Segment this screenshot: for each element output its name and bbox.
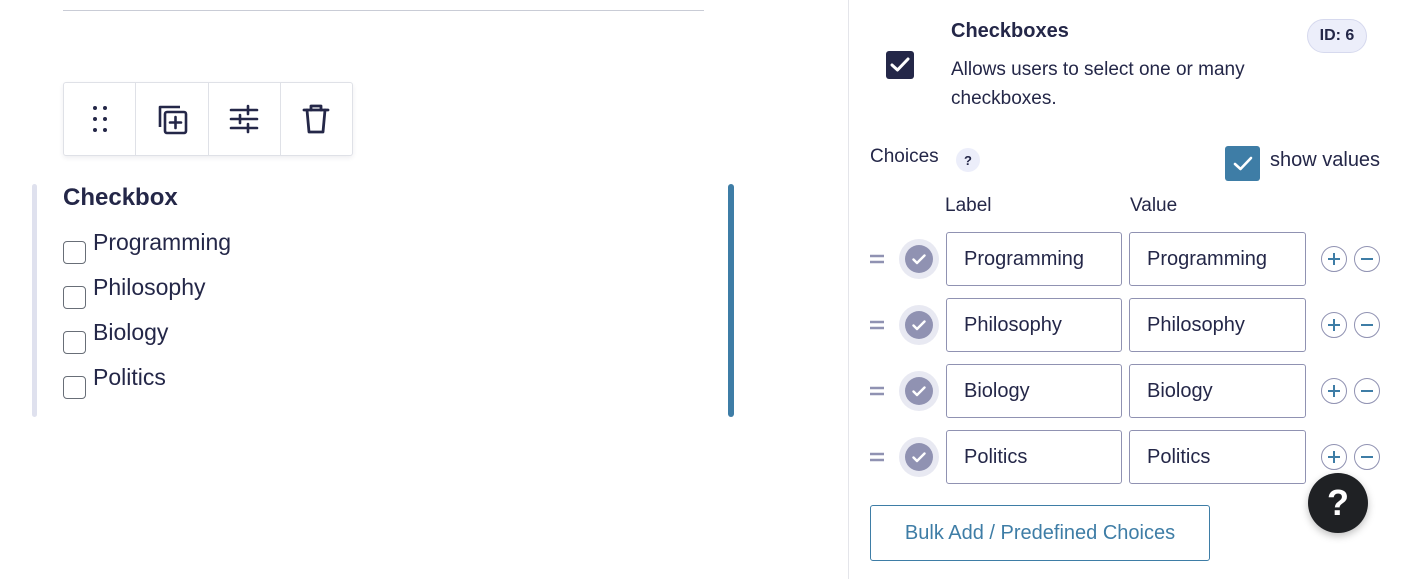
duplicate-icon bbox=[158, 105, 188, 135]
checkbox-input[interactable] bbox=[63, 331, 86, 354]
help-button[interactable]: ? bbox=[1308, 473, 1368, 533]
choice-label-input[interactable] bbox=[946, 232, 1122, 286]
checkbox-option-label: Politics bbox=[93, 364, 166, 390]
choices-help-icon[interactable]: ? bbox=[956, 148, 980, 172]
check-icon bbox=[912, 319, 926, 330]
choice-value-input[interactable] bbox=[1129, 430, 1306, 484]
plus-icon bbox=[1328, 451, 1340, 463]
checkbox-input[interactable] bbox=[63, 376, 86, 399]
delete-button[interactable] bbox=[281, 83, 352, 155]
checkbox-option[interactable]: Programming bbox=[63, 229, 232, 264]
field-type-checkbox-icon bbox=[886, 51, 914, 79]
choice-drag-handle[interactable] bbox=[862, 247, 892, 271]
check-icon bbox=[912, 385, 926, 396]
field-label: Checkbox bbox=[63, 184, 178, 211]
drag-lines-icon bbox=[870, 254, 884, 264]
choice-row bbox=[862, 232, 1392, 286]
add-choice-button[interactable] bbox=[1321, 246, 1347, 272]
drag-lines-icon bbox=[870, 320, 884, 330]
bulk-add-button[interactable]: Bulk Add / Predefined Choices bbox=[870, 505, 1210, 561]
choice-value-input[interactable] bbox=[1129, 364, 1306, 418]
show-values-checkbox[interactable] bbox=[1225, 146, 1260, 181]
choice-default-toggle[interactable] bbox=[899, 239, 939, 279]
choices-label-column-header: Label bbox=[945, 195, 992, 216]
remove-choice-button[interactable] bbox=[1354, 444, 1380, 470]
remove-choice-button[interactable] bbox=[1354, 246, 1380, 272]
check-icon bbox=[1233, 156, 1252, 170]
show-values-label: show values bbox=[1270, 149, 1381, 171]
drag-lines-icon bbox=[870, 452, 884, 462]
choice-row bbox=[862, 298, 1392, 352]
choice-default-toggle[interactable] bbox=[899, 305, 939, 345]
check-icon bbox=[912, 253, 926, 264]
choice-value-input[interactable] bbox=[1129, 298, 1306, 352]
choice-label-input[interactable] bbox=[946, 430, 1122, 484]
drag-handle-icon bbox=[92, 106, 107, 132]
drag-handle-button[interactable] bbox=[64, 83, 137, 155]
trash-icon bbox=[302, 104, 330, 134]
checkbox-option-label: Biology bbox=[93, 319, 169, 345]
choice-drag-handle[interactable] bbox=[862, 379, 892, 403]
minus-icon bbox=[1361, 258, 1373, 260]
choice-default-toggle[interactable] bbox=[899, 437, 939, 477]
minus-icon bbox=[1361, 324, 1373, 326]
settings-sliders-icon bbox=[229, 104, 259, 134]
checkbox-option[interactable]: Philosophy bbox=[63, 274, 206, 309]
form-canvas: Checkbox Programming Philosophy Biology … bbox=[0, 0, 848, 579]
choice-drag-handle[interactable] bbox=[862, 445, 892, 469]
choice-label-input[interactable] bbox=[946, 298, 1122, 352]
checkbox-option-label: Programming bbox=[93, 229, 232, 255]
remove-choice-button[interactable] bbox=[1354, 378, 1380, 404]
field-left-indicator bbox=[32, 184, 37, 417]
field-settings-button[interactable] bbox=[209, 83, 281, 155]
checkbox-option[interactable]: Biology bbox=[63, 319, 169, 354]
plus-icon bbox=[1328, 253, 1340, 265]
duplicate-button[interactable] bbox=[136, 83, 209, 155]
minus-icon bbox=[1361, 456, 1373, 458]
choices-value-column-header: Value bbox=[1130, 195, 1178, 216]
add-choice-button[interactable] bbox=[1321, 378, 1347, 404]
choice-label-input[interactable] bbox=[946, 364, 1122, 418]
field-toolbar bbox=[63, 82, 353, 156]
field-id-badge: ID: 6 bbox=[1307, 19, 1367, 53]
checkbox-input[interactable] bbox=[63, 286, 86, 309]
field-type-description: Allows users to select one or many check… bbox=[951, 59, 1245, 109]
checkbox-input[interactable] bbox=[63, 241, 86, 264]
add-choice-button[interactable] bbox=[1321, 444, 1347, 470]
plus-icon bbox=[1328, 319, 1340, 331]
divider bbox=[63, 10, 704, 11]
drag-lines-icon bbox=[870, 386, 884, 396]
choice-drag-handle[interactable] bbox=[862, 313, 892, 337]
minus-icon bbox=[1361, 390, 1373, 392]
choice-row bbox=[862, 364, 1392, 418]
choice-row bbox=[862, 430, 1392, 484]
choice-value-input[interactable] bbox=[1129, 232, 1306, 286]
check-icon bbox=[912, 451, 926, 462]
choices-heading: Choices bbox=[870, 146, 939, 167]
remove-choice-button[interactable] bbox=[1354, 312, 1380, 338]
plus-icon bbox=[1328, 385, 1340, 397]
field-type-title: Checkboxes bbox=[951, 20, 1069, 42]
add-choice-button[interactable] bbox=[1321, 312, 1347, 338]
choice-default-toggle[interactable] bbox=[899, 371, 939, 411]
field-selected-indicator bbox=[728, 184, 734, 417]
checkbox-option[interactable]: Politics bbox=[63, 364, 166, 399]
checkbox-option-label: Philosophy bbox=[93, 274, 206, 300]
